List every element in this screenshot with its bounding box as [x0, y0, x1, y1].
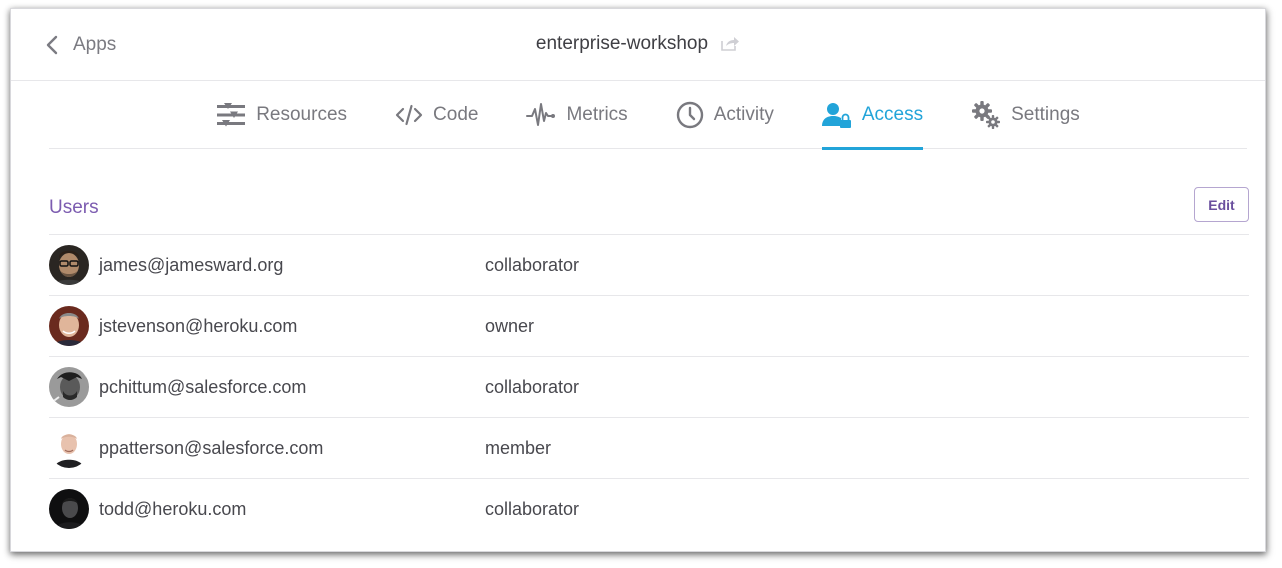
- tab-access[interactable]: Access: [821, 81, 924, 150]
- user-email: todd@heroku.com: [99, 498, 247, 519]
- gears-icon: [971, 100, 1001, 130]
- activity-clock-icon: [676, 101, 704, 129]
- user-email: jstevenson@heroku.com: [99, 315, 298, 336]
- user-email: james@jamesward.org: [99, 254, 284, 275]
- avatar: [49, 428, 89, 468]
- table-row: jstevenson@heroku.com owner: [49, 295, 1249, 356]
- open-app-icon[interactable]: [720, 36, 740, 52]
- table-row: ppatterson@salesforce.com member: [49, 417, 1249, 478]
- tab-label: Access: [861, 104, 924, 125]
- metrics-icon: [526, 101, 556, 129]
- table-row: pchittum@salesforce.com collaborator: [49, 356, 1249, 417]
- avatar: [49, 245, 89, 285]
- edit-button[interactable]: Edit: [1194, 187, 1249, 222]
- user-role: member: [485, 437, 552, 458]
- tab-metrics[interactable]: Metrics: [526, 81, 628, 149]
- user-lock-icon: [821, 101, 852, 129]
- tab-label: Resources: [256, 104, 348, 125]
- tab-label: Code: [433, 104, 479, 125]
- app-window: Apps enterprise-workshop Resources Code …: [10, 8, 1266, 552]
- users-list: james@jamesward.org collaborator jsteven…: [49, 234, 1249, 539]
- user-email: pchittum@salesforce.com: [99, 376, 307, 397]
- user-role: collaborator: [485, 254, 580, 275]
- resources-icon: [216, 102, 246, 128]
- tab-label: Activity: [713, 104, 774, 125]
- avatar: [49, 489, 89, 529]
- tab-code[interactable]: Code: [395, 81, 478, 149]
- user-email: ppatterson@salesforce.com: [99, 437, 324, 458]
- tab-label: Metrics: [566, 104, 628, 125]
- app-title: enterprise-workshop: [11, 33, 1265, 55]
- tab-label: Settings: [1011, 104, 1080, 125]
- app-header: Apps enterprise-workshop: [11, 9, 1265, 81]
- tab-resources[interactable]: Resources: [216, 81, 347, 149]
- users-heading: Users: [49, 197, 99, 218]
- app-name: enterprise-workshop: [535, 33, 709, 54]
- user-role: collaborator: [485, 498, 580, 519]
- user-role: collaborator: [485, 376, 580, 397]
- avatar: [49, 367, 89, 407]
- code-icon: [395, 104, 423, 126]
- tab-settings[interactable]: Settings: [971, 81, 1080, 149]
- table-row: james@jamesward.org collaborator: [49, 234, 1249, 295]
- table-row: todd@heroku.com collaborator: [49, 478, 1249, 539]
- tab-activity[interactable]: Activity: [676, 81, 774, 149]
- app-tabs: Resources Code Metrics Activity Access S…: [49, 81, 1247, 150]
- avatar: [49, 306, 89, 346]
- user-role: owner: [485, 315, 535, 336]
